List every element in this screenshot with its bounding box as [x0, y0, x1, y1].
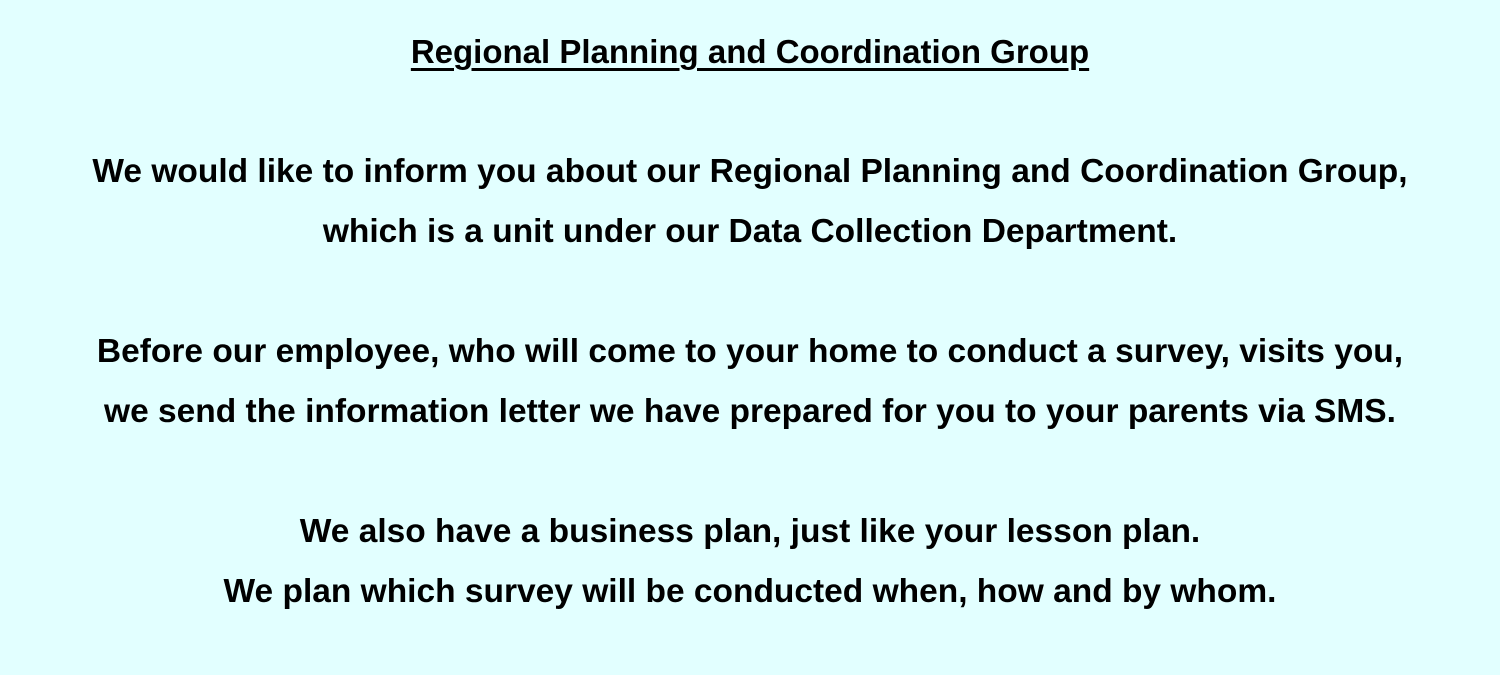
paragraph-2-line-2: we send the information letter we have p…: [104, 393, 1396, 430]
document-page: Regional Planning and Coordination Group…: [0, 0, 1500, 675]
paragraph-3-line-2: We plan which survey will be conducted w…: [223, 573, 1277, 610]
paragraph-1-line-2: which is a unit under our Data Collectio…: [322, 213, 1178, 250]
paragraph-3-line-1: We also have a business plan, just like …: [299, 513, 1201, 550]
document-title-text: Regional Planning and Coordination Group: [410, 33, 1090, 70]
paragraph-2-line-1: Before our employee, who will come to yo…: [96, 333, 1404, 370]
paragraph-1-line-1: We would like to inform you about our Re…: [92, 153, 1408, 190]
document-title: Regional Planning and Coordination Group: [0, 31, 1500, 73]
